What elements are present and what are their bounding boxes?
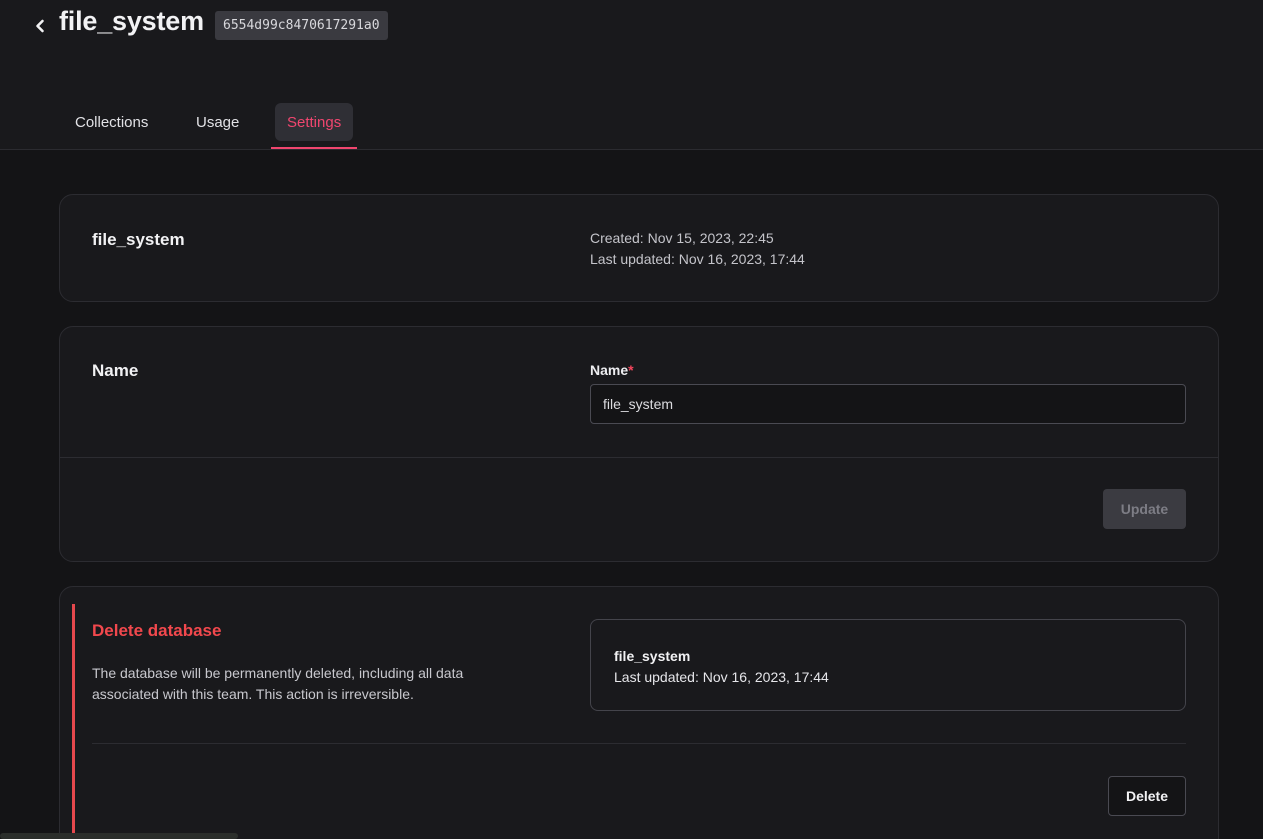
update-button[interactable]: Update	[1103, 489, 1186, 529]
delete-button[interactable]: Delete	[1108, 776, 1186, 816]
name-field-label-text: Name	[590, 362, 629, 378]
name-section-title: Name	[92, 361, 139, 380]
delete-card: Delete database The database will be per…	[59, 586, 1219, 839]
danger-indicator-bar	[72, 604, 75, 839]
name-card: Name Name* Update	[59, 326, 1219, 562]
last-updated-date: Last updated: Nov 16, 2023, 17:44	[590, 251, 805, 267]
tab-collections[interactable]: Collections	[63, 103, 160, 141]
page-header: file_system 6554d99c8470617291a0 Collect…	[0, 0, 1263, 150]
tab-bar: Collections Usage Settings	[0, 103, 1263, 150]
horizontal-scrollbar[interactable]	[0, 833, 238, 839]
database-summary-box: file_system Last updated: Nov 16, 2023, …	[590, 619, 1186, 711]
delete-section-title: Delete database	[92, 621, 222, 640]
summary-database-name: file_system	[614, 648, 691, 664]
name-field-label: Name*	[590, 362, 634, 378]
page-title: file_system	[59, 6, 204, 36]
tab-settings[interactable]: Settings	[275, 103, 354, 141]
summary-last-updated: Last updated: Nov 16, 2023, 17:44	[614, 669, 829, 685]
overview-meta: Created: Nov 15, 2023, 22:45 Last update…	[590, 228, 805, 270]
active-tab-indicator	[271, 147, 357, 149]
back-button[interactable]	[30, 14, 50, 38]
required-marker: *	[628, 362, 634, 378]
created-date: Created: Nov 15, 2023, 22:45	[590, 230, 774, 246]
overview-title: file_system	[92, 230, 185, 249]
database-id-badge[interactable]: 6554d99c8470617291a0	[215, 11, 388, 40]
delete-card-divider	[92, 743, 1186, 744]
tab-usage[interactable]: Usage	[184, 103, 251, 141]
overview-card: file_system Created: Nov 15, 2023, 22:45…	[59, 194, 1219, 302]
delete-description: The database will be permanently deleted…	[92, 665, 464, 702]
name-input[interactable]	[590, 384, 1186, 424]
name-card-divider	[60, 457, 1218, 458]
chevron-left-icon	[36, 19, 44, 33]
